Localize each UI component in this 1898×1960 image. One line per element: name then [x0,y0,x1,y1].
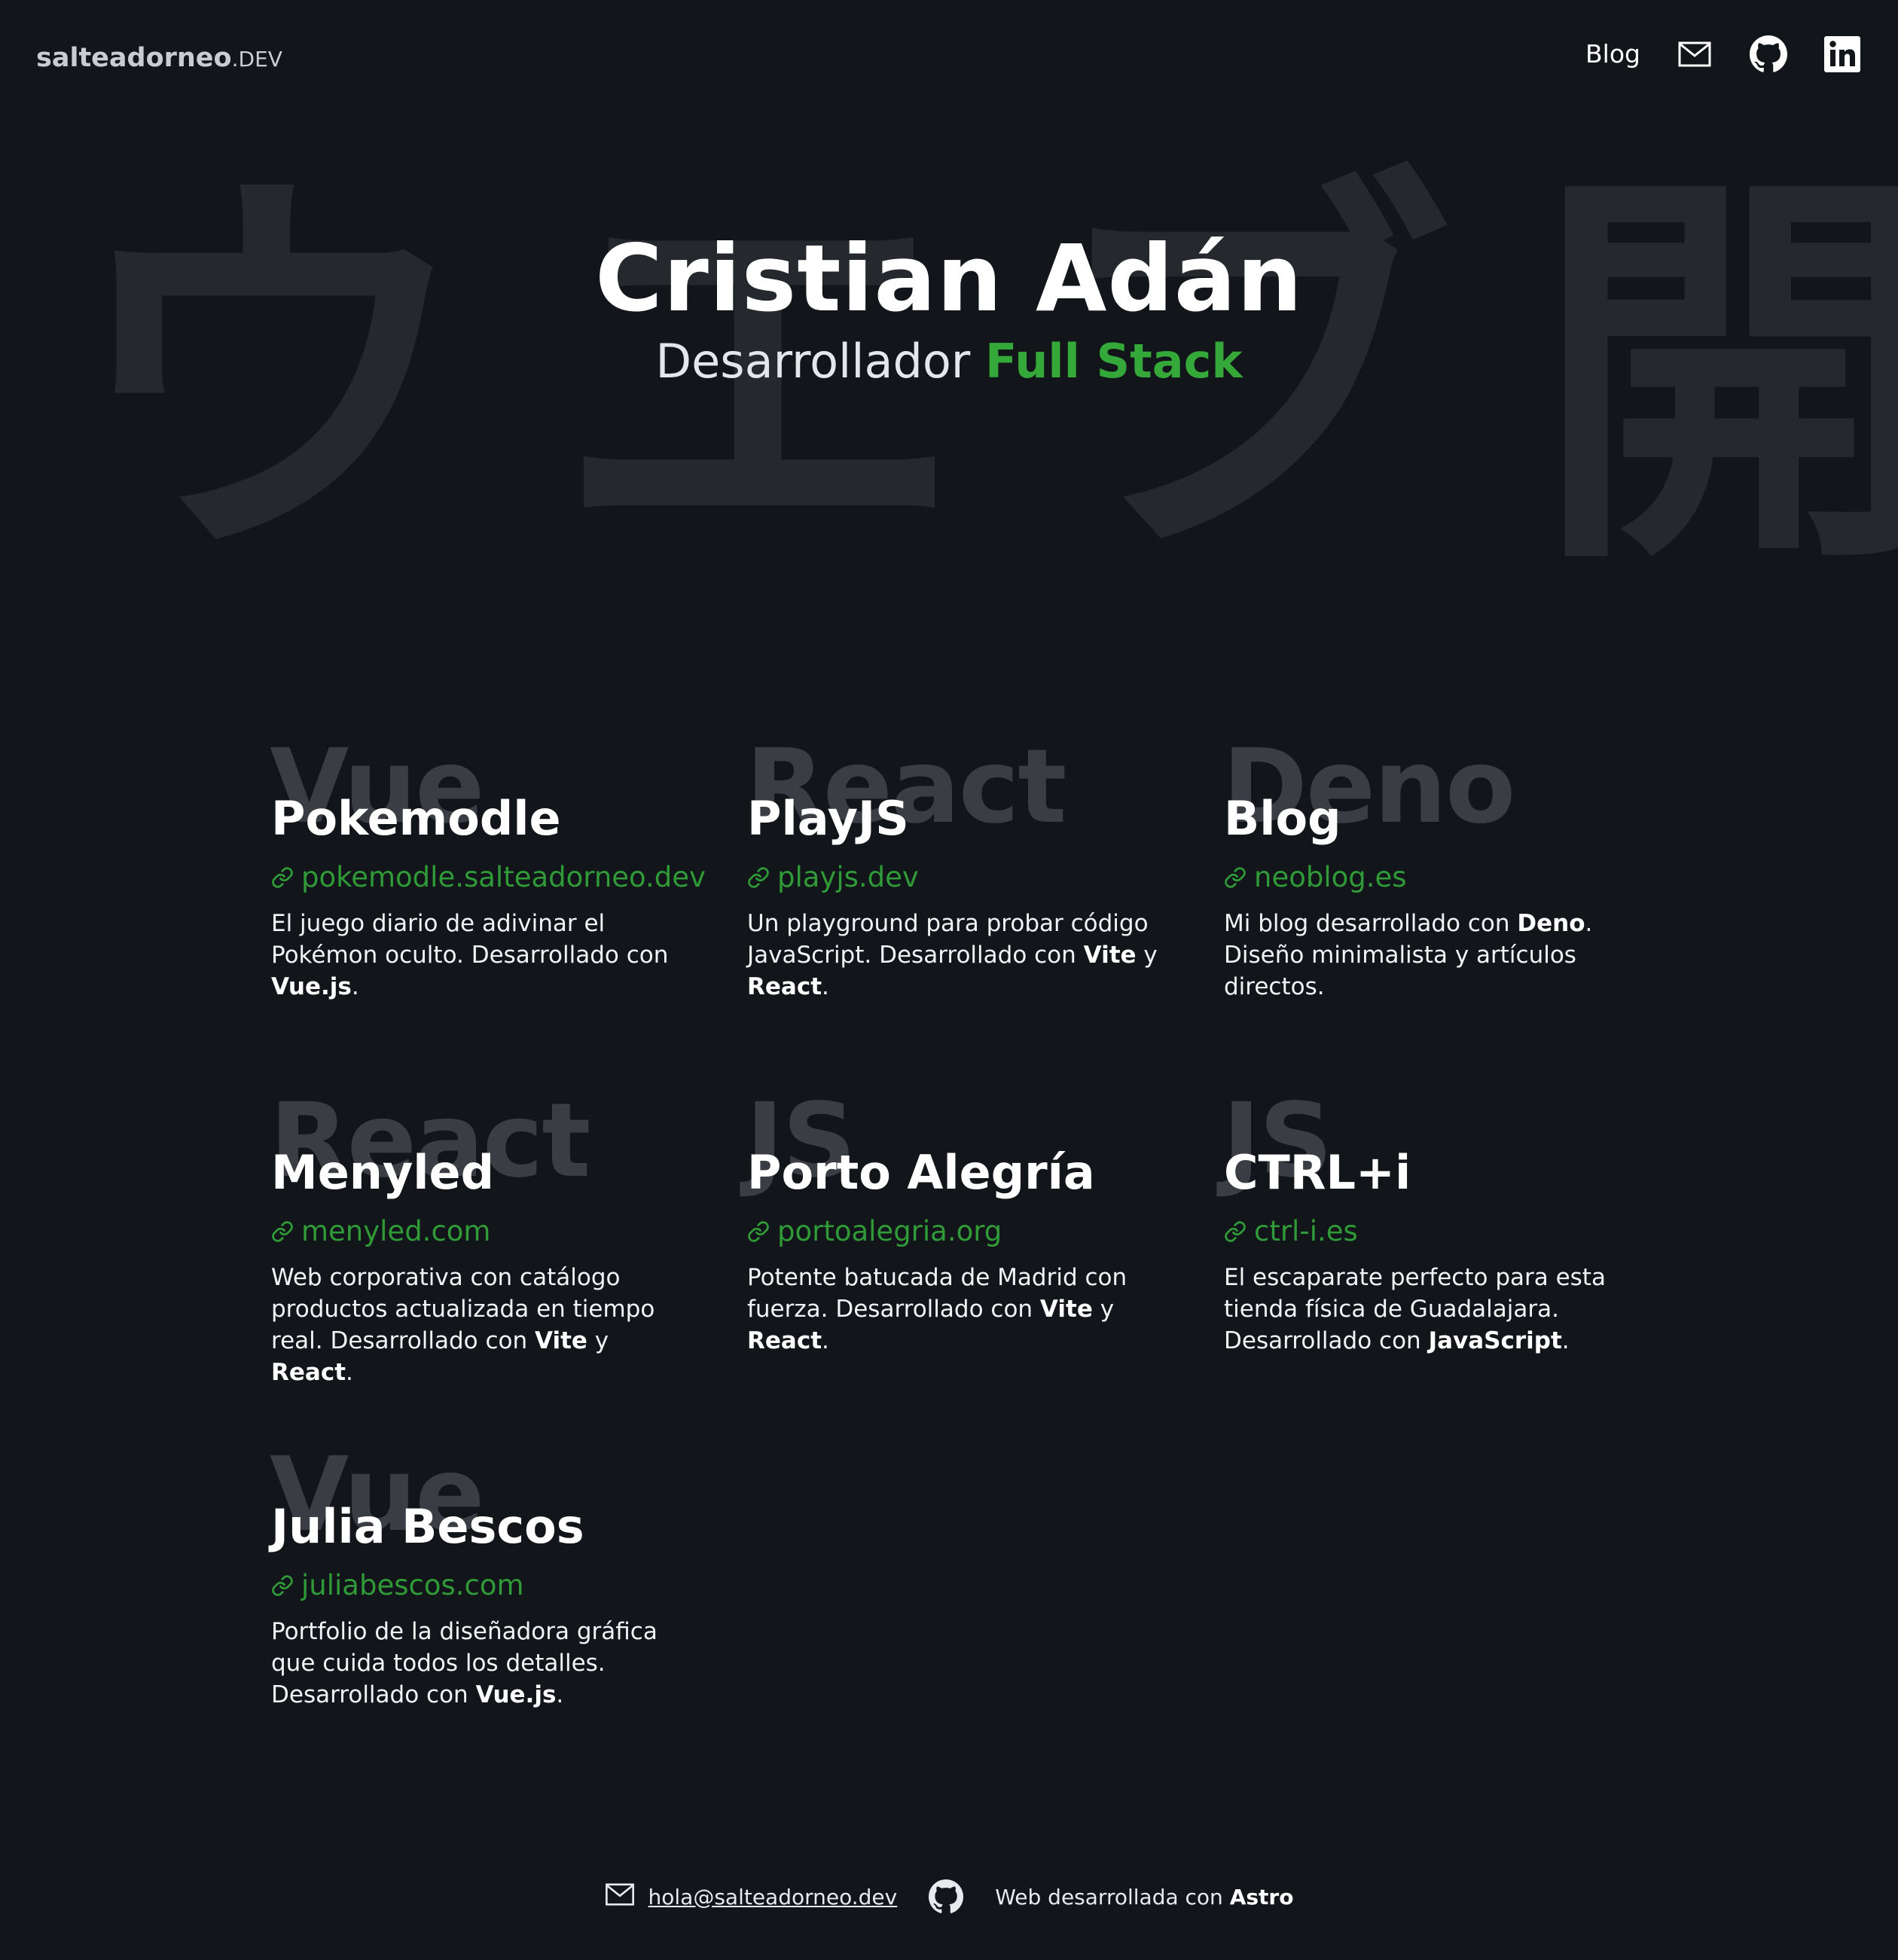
github-icon[interactable] [929,1879,964,1914]
project-link[interactable]: neoblog.es [1224,859,1407,896]
project-description: Portfolio de la diseñadora gráfica que c… [271,1616,693,1711]
project-link-text: ctrl-i.es [1254,1215,1358,1247]
link-icon [271,1574,294,1597]
description-text: . [346,1359,353,1386]
description-text: Mi blog desarrollado con [1224,910,1518,937]
link-icon [747,1220,770,1243]
link-icon [1224,1220,1247,1243]
footer-email-link[interactable]: hola@salteadorneo.dev [648,1885,898,1910]
mail-icon [605,1882,635,1911]
description-tech: JavaScript [1428,1327,1562,1354]
project-link[interactable]: ctrl-i.es [1224,1213,1358,1250]
link-icon [271,1220,294,1243]
credit-prefix: Web desarrollada con [995,1884,1230,1910]
project-description: El juego diario de adivinar el Pokémon o… [271,908,693,1003]
description-tech: Vite [1039,1296,1093,1323]
description-tech: Vue.js [271,973,352,1000]
project-description: El escaparate perfecto para esta tienda … [1224,1262,1646,1357]
linkedin-icon[interactable] [1823,35,1862,74]
description-tech: React [271,1359,346,1386]
description-text: y [1136,942,1158,969]
footer-email: hola@salteadorneo.dev [605,1882,898,1911]
project-title: Porto Alegría [747,1145,1095,1200]
footer-credit: Web desarrollada con Astro [995,1885,1293,1910]
logo-tld-text: .DEV [231,47,282,72]
project-link[interactable]: juliabescos.com [271,1567,524,1604]
project-link-text: menyled.com [301,1215,491,1247]
logo-main-text: salteadorneo [36,43,232,73]
description-text: . [822,1327,829,1354]
credit-bold: Astro [1229,1884,1294,1910]
hero-section: ウ エ ブ 開 Cristian Adán Desarrollador Full… [0,151,1898,633]
github-icon[interactable] [1749,35,1788,74]
description-tech: Deno [1517,910,1585,937]
hero-role: Desarrollador Full Stack [0,331,1898,392]
description-text: El juego diario de adivinar el Pokémon o… [271,910,669,969]
hero-name: Cristian Adán [595,225,1303,332]
description-tech: Vue.js [475,1681,557,1708]
project-link[interactable]: playjs.dev [747,859,919,896]
project-title: Pokemodle [271,791,561,846]
description-text: . [556,1681,564,1708]
role-prefix: Desarrollador [655,334,985,389]
project-title: Blog [1224,791,1341,846]
site-footer: hola@salteadorneo.dev Web desarrollada c… [0,1874,1898,1919]
project-link-text: portoalegria.org [777,1215,1002,1247]
project-description: Web corporativa con catálogo productos a… [271,1262,693,1388]
description-text: . [351,973,359,1000]
project-link-text: juliabescos.com [301,1569,524,1601]
role-accent: Full Stack [984,334,1243,389]
description-tech: Vite [535,1327,587,1354]
link-icon [747,866,770,889]
project-link-text: neoblog.es [1254,861,1407,893]
link-icon [271,866,294,889]
description-text: . [1561,1327,1570,1354]
project-title: Menyled [271,1145,494,1200]
description-tech: React [747,1327,822,1354]
nav-blog-link[interactable]: Blog [1585,32,1640,77]
top-nav: Blog [1585,32,1862,77]
description-text: y [1092,1296,1115,1323]
project-link-text: pokemodle.salteadorneo.dev [301,861,706,893]
project-title: Julia Bescos [271,1499,584,1554]
description-tech: Vite [1083,942,1137,969]
project-link[interactable]: pokemodle.salteadorneo.dev [271,859,706,896]
project-description: Un playground para probar código JavaScr… [747,908,1169,1003]
project-description: Potente batucada de Madrid con fuerza. D… [747,1262,1169,1357]
project-link-text: playjs.dev [777,861,919,893]
description-text: y [587,1327,609,1354]
site-logo[interactable]: salteadorneo.DEV [36,39,282,78]
project-description: Mi blog desarrollado con Deno. Diseño mi… [1224,908,1646,1003]
project-link[interactable]: portoalegria.org [747,1213,1002,1250]
mail-icon[interactable] [1675,35,1714,74]
project-title: CTRL+i [1224,1145,1411,1200]
project-title: PlayJS [747,791,909,846]
description-text: . [822,973,829,1000]
description-text: Portfolio de la diseñadora gráfica que c… [271,1618,658,1708]
description-tech: React [747,973,822,1000]
project-link[interactable]: menyled.com [271,1213,490,1250]
site-header: salteadorneo.DEV Blog [0,0,1898,113]
link-icon [1224,866,1247,889]
